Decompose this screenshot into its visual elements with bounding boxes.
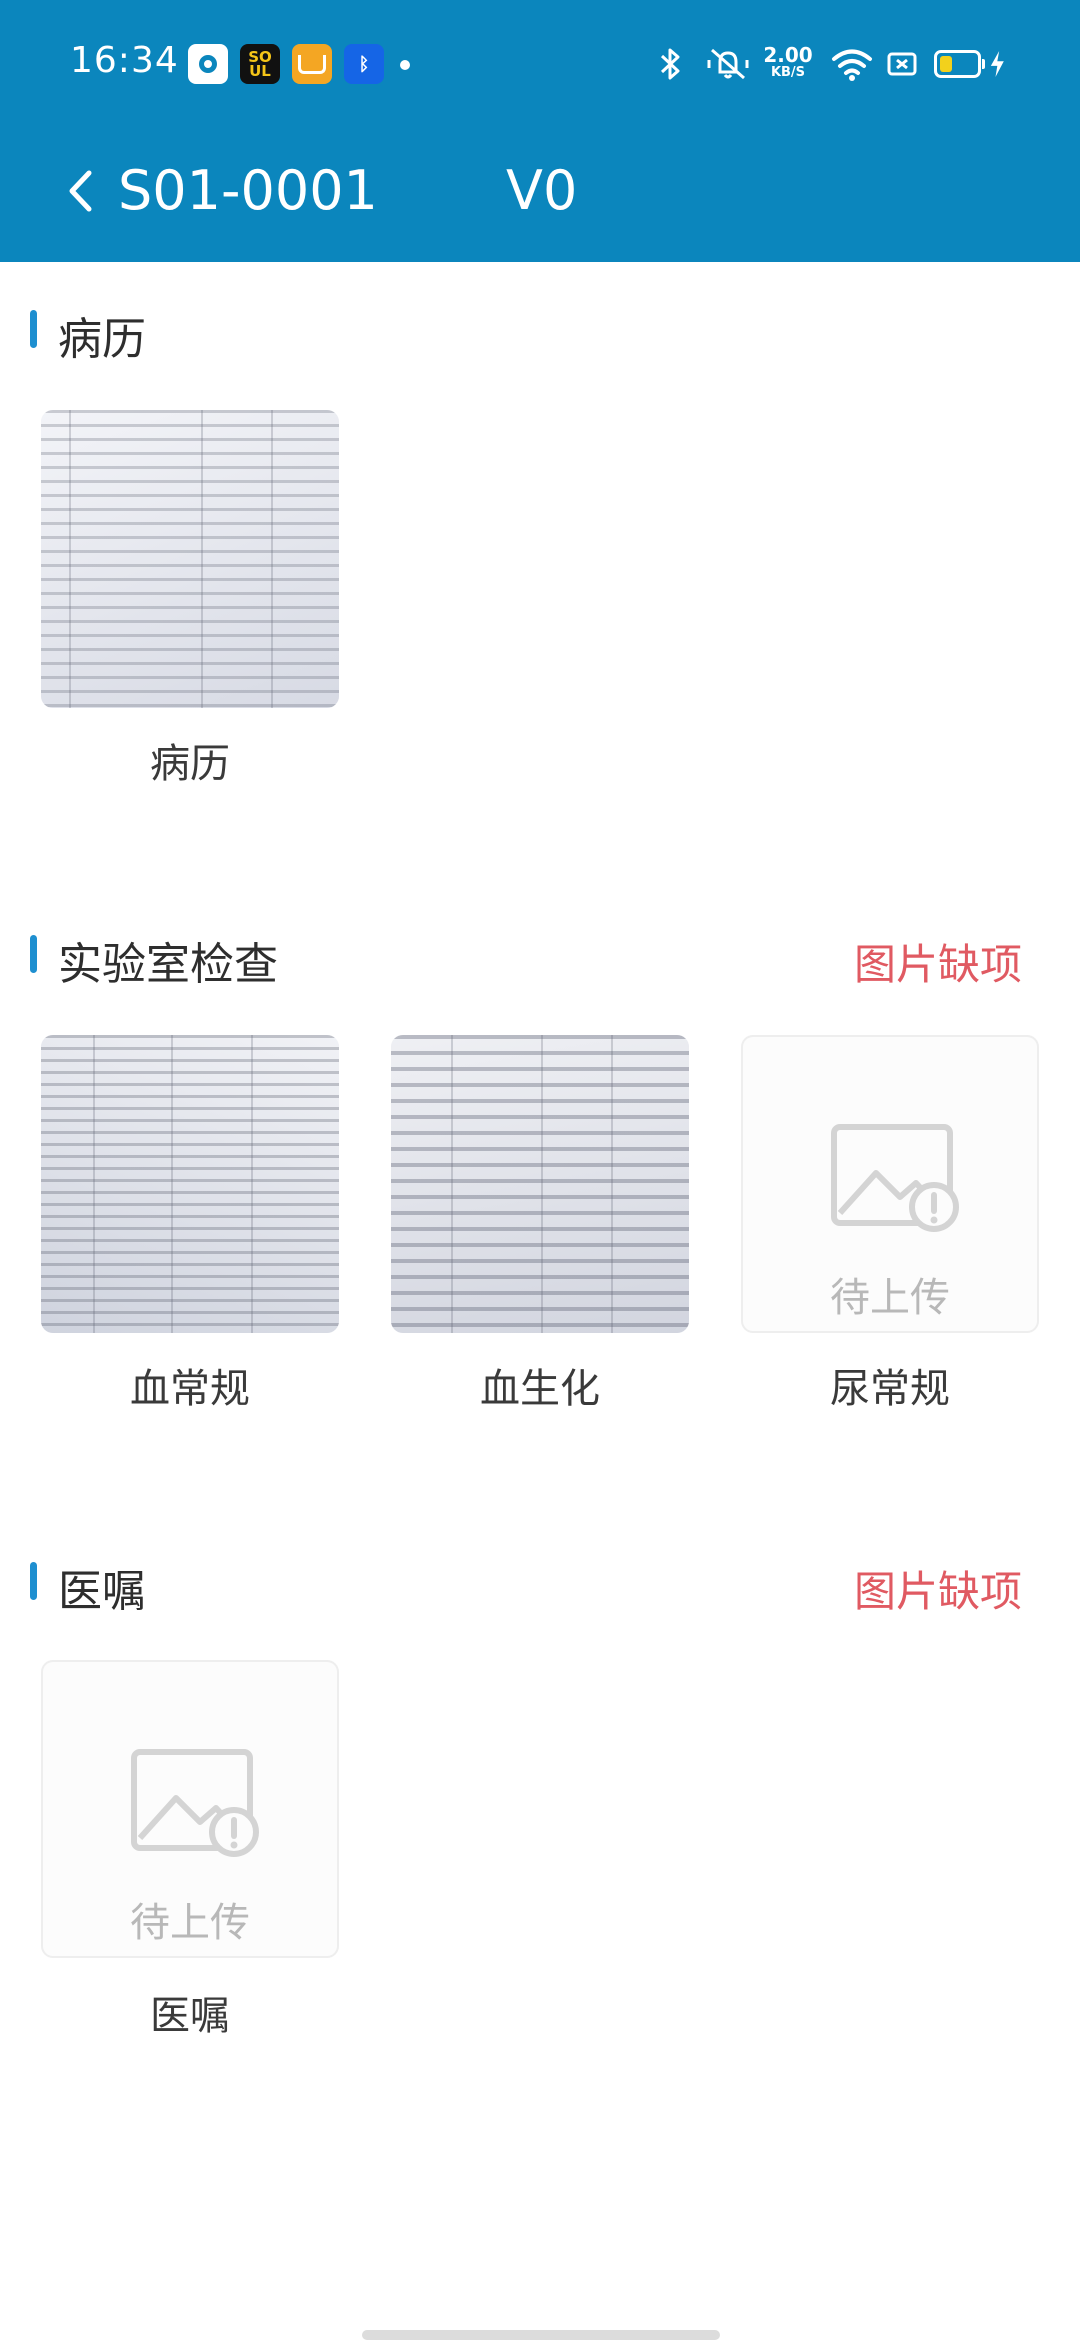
image-missing-icon xyxy=(131,1749,259,1857)
shopping-app-icon xyxy=(292,44,332,84)
app-bar: S01-0001 V0 xyxy=(0,130,1080,262)
battery-icon xyxy=(934,44,1006,84)
urine-routine-upload-slot[interactable]: 待上传 xyxy=(741,1035,1039,1333)
blood-routine-thumbnail[interactable] xyxy=(41,1035,339,1333)
status-time: 16:34 xyxy=(70,40,179,81)
no-sim-icon xyxy=(886,44,918,84)
pending-upload-text: 待上传 xyxy=(130,1900,250,1946)
missing-images-label: 图片缺项 xyxy=(854,940,1023,989)
page-title: S01-0001 xyxy=(118,159,378,222)
missing-images-label: 图片缺项 xyxy=(854,1567,1023,1616)
urine-routine-caption: 尿常规 xyxy=(830,1366,950,1412)
section-accent-bar xyxy=(30,310,37,348)
document-photo xyxy=(391,1035,689,1333)
soul-app-icon: SO UL xyxy=(240,44,280,84)
more-notifications-dot xyxy=(400,60,410,70)
vibrate-mute-icon xyxy=(706,44,750,84)
version-label: V0 xyxy=(506,159,578,222)
medical-record-thumbnail[interactable] xyxy=(41,410,339,708)
section-title-doctor-orders: 医嘱 xyxy=(58,1566,146,1617)
network-speed-unit: KB/S xyxy=(770,65,806,80)
wifi-icon xyxy=(830,44,874,84)
document-photo xyxy=(41,1035,339,1333)
bluetooth-icon xyxy=(656,44,686,84)
section-accent-bar xyxy=(30,935,37,973)
doctor-orders-upload-slot[interactable]: 待上传 xyxy=(41,1660,339,1958)
section-title-medical-record: 病历 xyxy=(58,314,146,365)
status-bar: 16:34 SO UL ᛒ 2.00 KB/S xyxy=(0,0,1080,130)
back-button[interactable] xyxy=(60,156,100,226)
section-accent-bar xyxy=(30,1562,37,1600)
doctor-orders-caption: 医嘱 xyxy=(150,1993,230,2039)
section-title-lab-tests: 实验室检查 xyxy=(58,939,278,990)
blood-routine-caption: 血常规 xyxy=(130,1366,250,1412)
pending-upload-text: 待上传 xyxy=(830,1275,950,1321)
top-header: 16:34 SO UL ᛒ 2.00 KB/S S01-0001 V0 xyxy=(0,0,1080,262)
network-speed: 2.00 KB/S xyxy=(760,44,816,84)
network-speed-value: 2.00 xyxy=(763,43,813,67)
bluetooth-app-icon: ᛒ xyxy=(344,44,384,84)
image-missing-icon xyxy=(831,1124,959,1232)
circle-app-icon xyxy=(188,44,228,84)
chevron-left-icon xyxy=(69,170,92,212)
charging-icon xyxy=(991,51,1005,77)
blood-biochemistry-thumbnail[interactable] xyxy=(391,1035,689,1333)
home-indicator[interactable] xyxy=(362,2330,720,2340)
medical-record-caption: 病历 xyxy=(150,741,230,787)
blood-biochemistry-caption: 血生化 xyxy=(480,1366,600,1412)
document-photo xyxy=(41,410,339,708)
